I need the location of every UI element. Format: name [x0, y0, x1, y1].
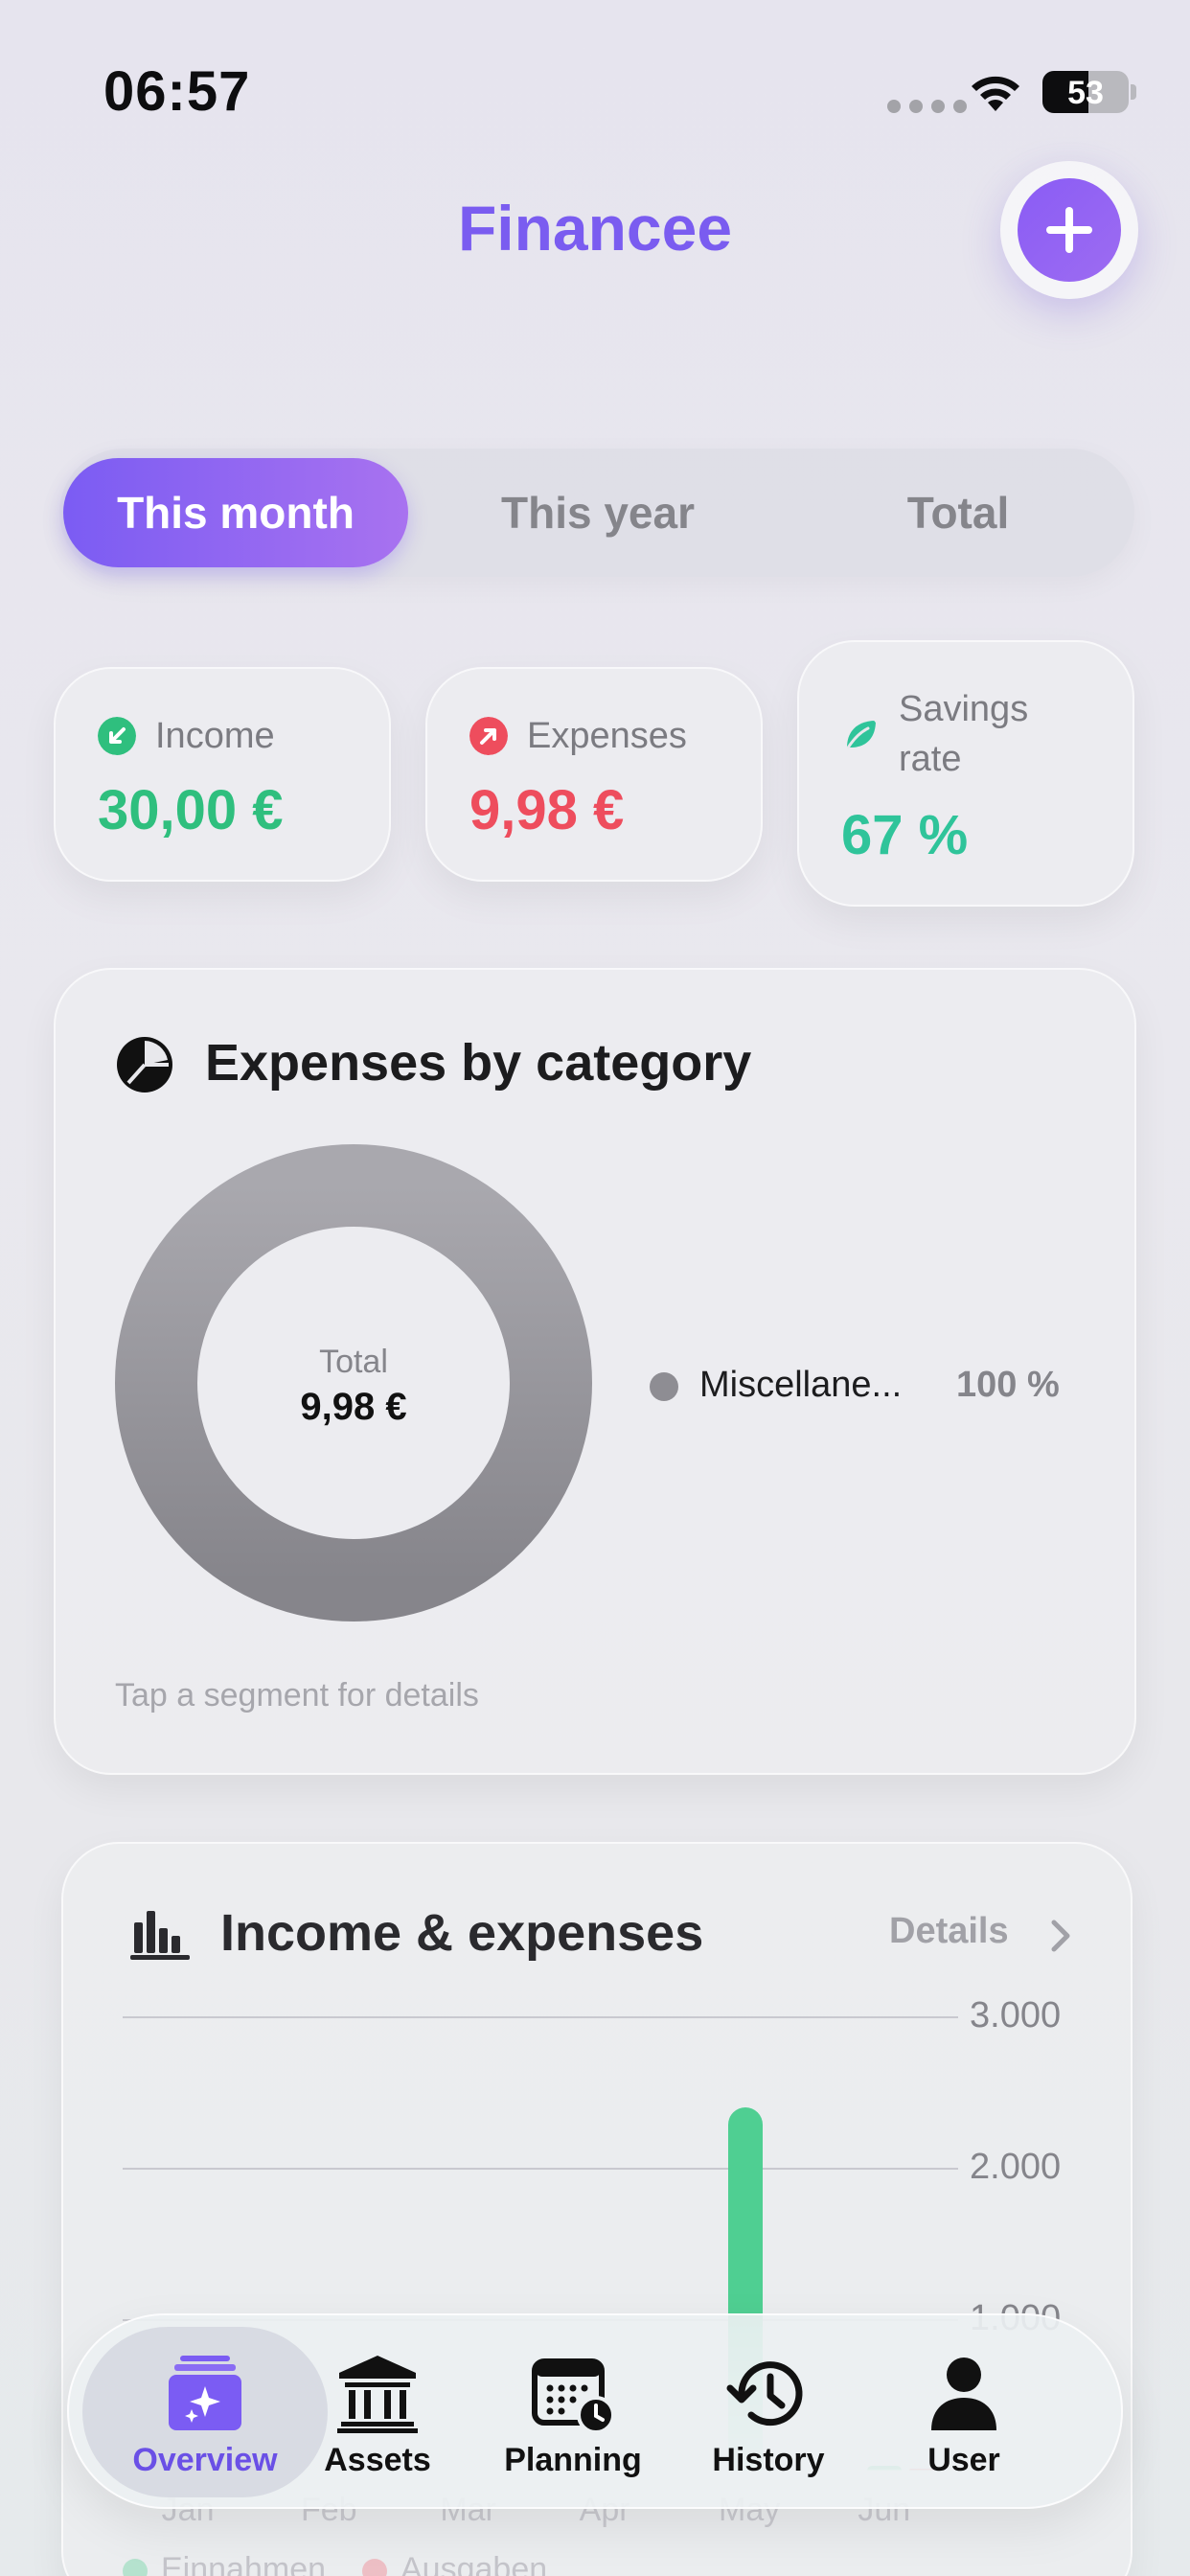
arrow-down-left-icon [98, 717, 136, 755]
category-title: Expenses by category [205, 1034, 752, 1092]
savings-rate-card[interactable]: Savings rate 67 % [797, 640, 1134, 907]
tab-user[interactable]: User [868, 2327, 1060, 2497]
battery-level: 53 [1067, 75, 1104, 111]
category-donut-chart[interactable] [115, 1144, 592, 1622]
tab-bar: Overview Assets Planning History User [67, 2313, 1123, 2509]
legend-series-name: Ausgaben [400, 2551, 548, 2576]
leaf-icon [845, 721, 876, 751]
donut-total-value: 9,98 € [300, 1386, 407, 1428]
legend-dot [650, 1372, 678, 1401]
legend-category-percent: 100 % [956, 1365, 1060, 1405]
expenses-value: 9,98 € [469, 779, 625, 841]
income-value: 30,00 € [98, 779, 284, 841]
donut-total-label: Total [319, 1344, 388, 1380]
expenses-by-category-card: Expenses by category Total 9,98 € Miscel… [54, 968, 1136, 1775]
bank-icon [337, 2356, 418, 2433]
income-expenses-title: Income & expenses [220, 1904, 704, 1962]
savings-rate-value: 67 % [841, 804, 969, 866]
sparkle-card-icon [169, 2356, 241, 2430]
y-tick-label: 3.000 [970, 1995, 1062, 2036]
income-card[interactable]: Income 30,00 € [54, 667, 391, 882]
expenses-label: Expenses [527, 716, 687, 756]
cellular-signal-icon [887, 100, 967, 113]
period-selector: This month This year Total [59, 448, 1134, 577]
tab-label: History [712, 2442, 825, 2478]
income-label: Income [155, 716, 275, 756]
savings-rate-label: Savings rate [899, 689, 1029, 779]
donut-segment-miscellaneous[interactable] [115, 1144, 592, 1622]
tab-label: User [927, 2442, 1000, 2478]
tap-hint: Tap a segment for details [115, 1677, 479, 1714]
grid-line [123, 2016, 958, 2018]
tab-planning[interactable]: Planning [477, 2327, 669, 2497]
details-link[interactable]: Details [889, 1911, 1009, 1952]
grid-line [123, 2168, 958, 2170]
status-time: 06:57 [103, 60, 251, 123]
chevron-right-icon[interactable] [1046, 1917, 1075, 1955]
legend-dot [123, 2559, 148, 2576]
tab-this-year[interactable]: This year [423, 458, 772, 567]
tab-assets[interactable]: Assets [282, 2327, 473, 2497]
bar-chart-icon [130, 1911, 190, 1960]
legend-dot [362, 2559, 387, 2576]
plus-icon [1046, 207, 1092, 253]
tab-this-month[interactable]: This month [63, 458, 408, 567]
history-clock-icon [726, 2361, 803, 2426]
tab-label: Planning [504, 2442, 642, 2478]
add-transaction-button[interactable] [1000, 161, 1138, 299]
arrow-up-right-icon [469, 717, 508, 755]
status-bar: 06:57 53 [0, 0, 1190, 182]
tab-label: Assets [324, 2442, 431, 2478]
wifi-icon [972, 76, 1019, 111]
battery-tip [1131, 84, 1136, 100]
expenses-card[interactable]: Expenses 9,98 € [425, 667, 763, 882]
legend-series-name: Einnahmen [161, 2551, 327, 2576]
tab-total[interactable]: Total [788, 458, 1129, 567]
person-icon [931, 2358, 996, 2430]
battery-icon: 53 [1042, 71, 1129, 113]
pie-chart-icon [117, 1037, 172, 1092]
y-tick-label: 2.000 [970, 2147, 1062, 2187]
tab-history[interactable]: History [673, 2327, 864, 2497]
calendar-clock-icon [532, 2358, 615, 2434]
legend-category-name[interactable]: Miscellane... [699, 1365, 920, 1406]
